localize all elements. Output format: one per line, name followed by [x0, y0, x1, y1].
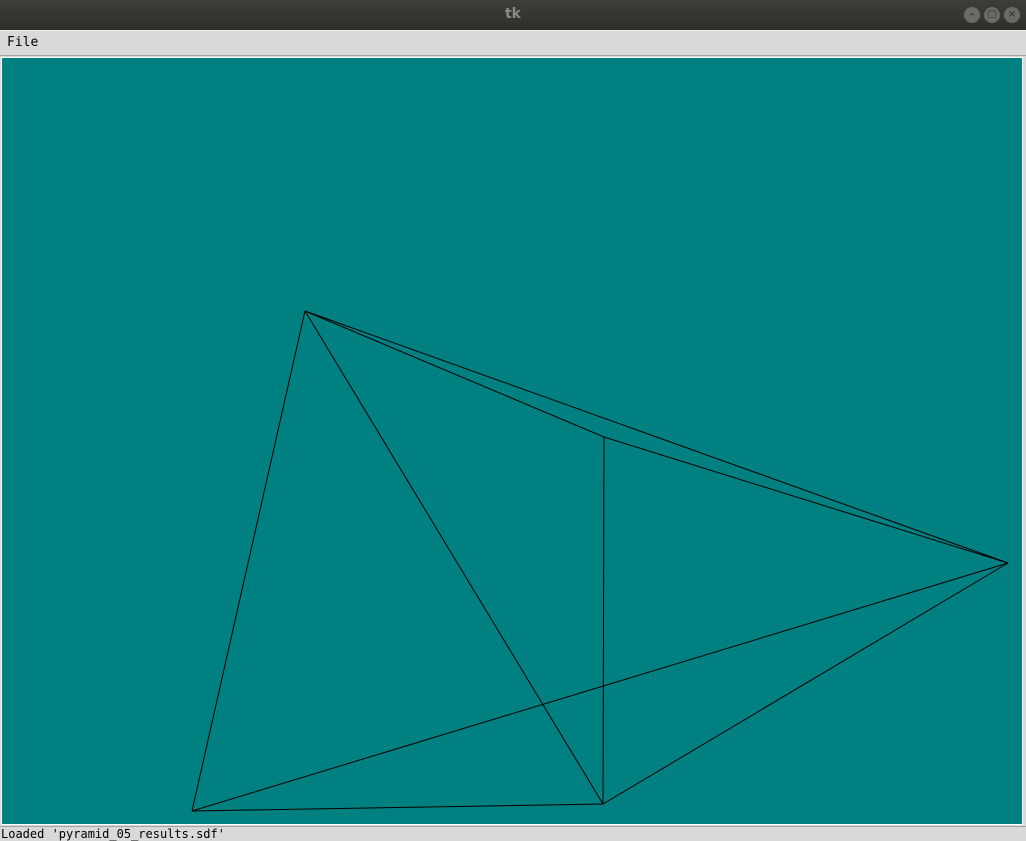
menu-bar: File: [0, 30, 1026, 56]
edge-apex-left: [191, 310, 306, 812]
status-bar: Loaded 'pyramid_05_results.sdf': [0, 826, 1026, 841]
edge-left-front: [191, 803, 604, 812]
window-title: tk: [504, 6, 521, 22]
edge-back-front: [602, 436, 605, 805]
edge-apex-front: [304, 310, 604, 805]
window-controls: – □ ×: [964, 7, 1020, 23]
edge-back-right: [603, 436, 1009, 564]
menu-file[interactable]: File: [7, 35, 38, 50]
title-bar[interactable]: tk – □ ×: [0, 0, 1026, 30]
edge-front-right: [602, 562, 1009, 805]
wireframe-svg: [191, 310, 1009, 812]
drawing-canvas[interactable]: [1, 57, 1023, 825]
maximize-icon[interactable]: □: [984, 7, 1000, 23]
pyramid-wireframe: [191, 310, 1009, 812]
minimize-icon[interactable]: –: [964, 7, 980, 23]
status-text: Loaded 'pyramid_05_results.sdf': [1, 827, 225, 841]
edge-apex-back: [304, 310, 605, 438]
close-icon[interactable]: ×: [1004, 7, 1020, 23]
edge-apex-right: [304, 310, 1009, 564]
edge-left-right: [191, 562, 1009, 812]
